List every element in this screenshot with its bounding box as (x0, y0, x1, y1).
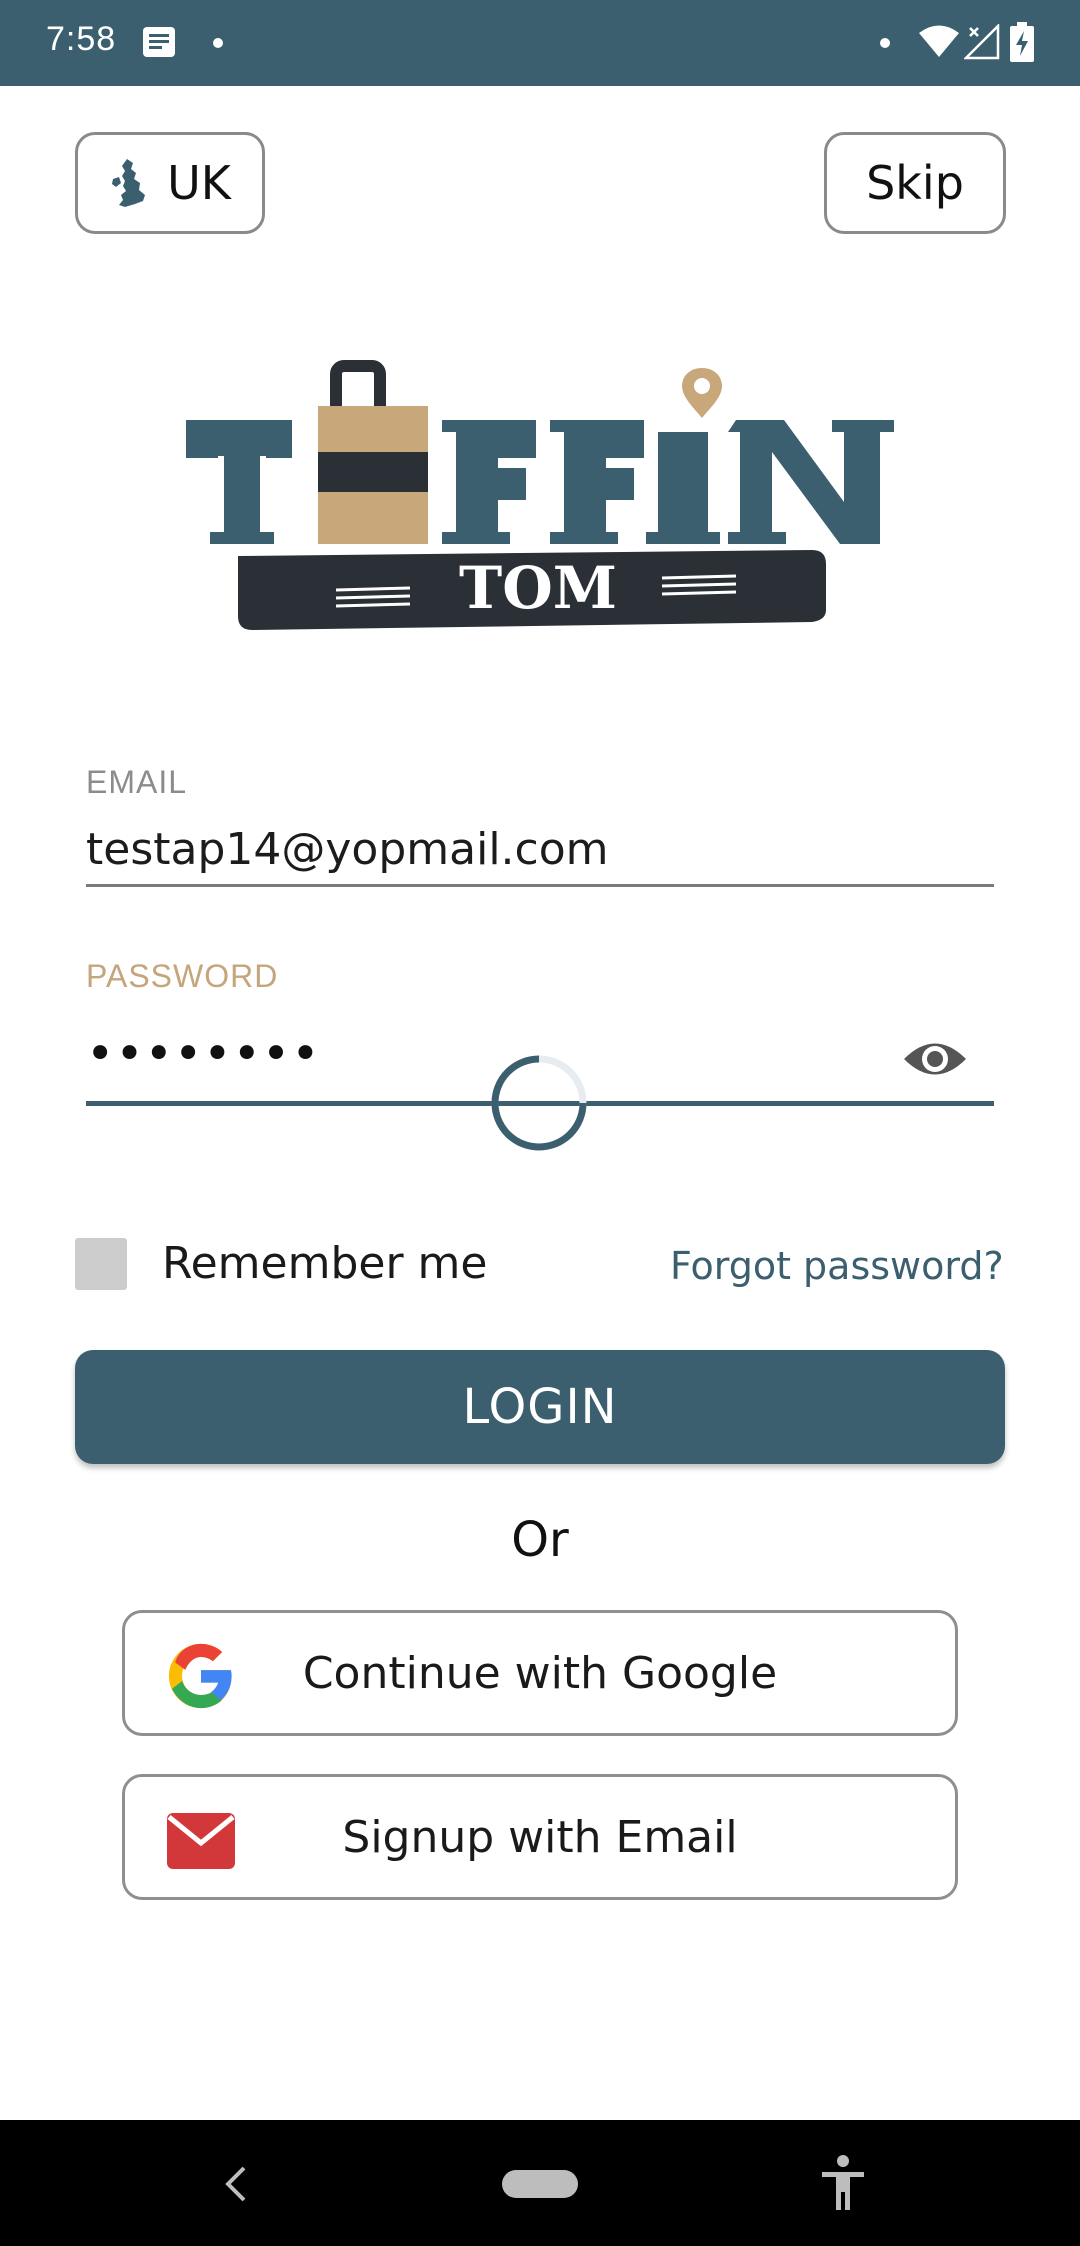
home-pill[interactable] (502, 2170, 578, 2198)
signup-with-email-button[interactable]: Signup with Email (122, 1774, 958, 1900)
status-time: 7:58 (46, 20, 117, 58)
continue-with-google-button[interactable]: Continue with Google (122, 1610, 958, 1736)
region-selector-button[interactable]: UK (75, 132, 265, 234)
back-icon[interactable] (218, 2162, 254, 2206)
tiffin-tom-logo: TOM (186, 360, 894, 630)
password-field[interactable]: •••••••• (86, 1026, 321, 1082)
region-label: UK (167, 156, 231, 210)
email-field[interactable]: testap14@yopmail.com (86, 824, 609, 875)
accessibility-icon[interactable] (818, 2154, 868, 2212)
remember-me-checkbox[interactable] (75, 1238, 127, 1290)
eye-icon[interactable] (902, 1034, 968, 1084)
signal-icon (964, 24, 1000, 60)
uk-map-icon (112, 159, 146, 207)
message-icon (143, 27, 175, 57)
loading-spinner (491, 1055, 587, 1151)
system-nav-bar (0, 2120, 1080, 2246)
battery-charging-icon (1010, 22, 1034, 62)
email-field-underline (86, 884, 994, 887)
wifi-icon (919, 25, 959, 57)
skip-label: Skip (866, 156, 964, 210)
status-bar: 7:58 (0, 0, 1080, 86)
logo-sub-text: TOM (459, 554, 617, 622)
or-divider-text: Or (511, 1512, 569, 1568)
email-field-label: EMAIL (86, 764, 188, 800)
login-button[interactable]: LOGIN (75, 1350, 1005, 1464)
forgot-password-link[interactable]: Forgot password? (670, 1244, 1004, 1288)
skip-button[interactable]: Skip (824, 132, 1006, 234)
login-label: LOGIN (462, 1379, 618, 1435)
remember-me-label[interactable]: Remember me (162, 1238, 487, 1289)
notification-dot (213, 38, 223, 48)
password-field-label: PASSWORD (86, 958, 279, 994)
email-button-label: Signup with Email (342, 1811, 738, 1863)
notification-dot (880, 38, 890, 48)
google-button-label: Continue with Google (302, 1647, 778, 1699)
